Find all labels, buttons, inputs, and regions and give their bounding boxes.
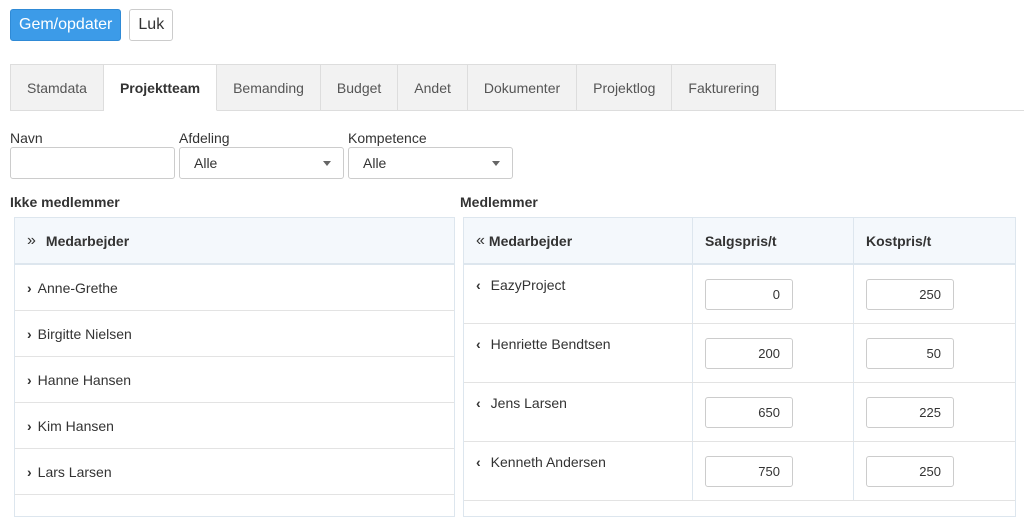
sales-price-input[interactable] — [705, 396, 793, 428]
tab-budget[interactable]: Budget — [320, 64, 399, 111]
member-cell: ‹ EazyProject — [464, 265, 693, 323]
non-members-title: Ikke medlemmer — [10, 194, 120, 210]
non-members-panel: » Medarbejder › Anne-Grethe › Birgitte Nie… — [14, 217, 455, 517]
department-select[interactable]: Alle — [179, 147, 344, 179]
caret-down-icon — [323, 160, 331, 166]
name-filter: Navn — [10, 130, 175, 179]
member-name: EazyProject — [490, 277, 566, 293]
non-member-name: Lars Larsen — [37, 463, 112, 480]
close-button[interactable]: Luk — [129, 9, 174, 41]
chevron-right-icon[interactable]: › — [27, 280, 32, 296]
tab-bar: Stamdata Projektteam Bemanding Budget An… — [10, 64, 1024, 111]
non-member-row[interactable]: › Birgitte Nielsen — [15, 311, 454, 357]
col-salgspris: Salgspris/t — [693, 218, 854, 263]
save-button[interactable]: Gem/opdater — [10, 9, 122, 41]
non-member-row[interactable]: › Lars Larsen — [15, 449, 454, 495]
department-select-value: Alle — [194, 155, 218, 171]
cost-price-input[interactable] — [866, 396, 954, 428]
name-filter-input[interactable] — [10, 147, 175, 179]
non-members-header[interactable]: » Medarbejder — [15, 218, 454, 265]
filter-bar: Navn Afdeling Alle Kompetence Alle — [10, 130, 513, 179]
sales-price-input[interactable] — [705, 337, 793, 369]
tab-andet[interactable]: Andet — [398, 64, 468, 111]
member-row: ‹ Kenneth Andersen — [464, 442, 1015, 501]
non-member-row[interactable]: › Hanne Hansen — [15, 357, 454, 403]
cost-cell — [854, 265, 1015, 323]
tab-projektlog[interactable]: Projektlog — [577, 64, 673, 111]
member-cell: ‹ Kenneth Andersen — [464, 442, 693, 500]
member-name: Jens Larsen — [490, 395, 567, 411]
sales-price-input[interactable] — [705, 455, 793, 487]
sales-cell — [693, 324, 854, 382]
member-row: ‹ Jens Larsen — [464, 383, 1015, 442]
non-member-name: Anne-Grethe — [37, 279, 118, 296]
department-filter-label: Afdeling — [179, 130, 230, 146]
members-header: « Medarbejder Salgspris/t Kostpris/t — [464, 218, 1015, 265]
cost-cell — [854, 442, 1015, 500]
col-kostpris: Kostpris/t — [866, 232, 932, 249]
chevron-left-icon[interactable]: ‹ — [476, 395, 481, 411]
tab-dokumenter[interactable]: Dokumenter — [467, 64, 578, 111]
non-member-name: Kim Hansen — [37, 417, 114, 434]
competence-select-value: Alle — [363, 155, 387, 171]
chevron-right-icon[interactable]: › — [27, 326, 32, 342]
tab-bemanding[interactable]: Bemanding — [217, 64, 321, 111]
sales-cell — [693, 442, 854, 500]
cost-price-input[interactable] — [866, 455, 954, 487]
col-medarbejder[interactable]: « Medarbejder — [464, 218, 693, 263]
member-name: Henriette Bendtsen — [490, 336, 611, 352]
department-filter: Afdeling Alle — [179, 130, 344, 179]
competence-filter: Kompetence Alle — [348, 130, 513, 179]
chevron-right-icon[interactable]: › — [27, 418, 32, 434]
col-medarbejder-label: Medarbejder — [488, 232, 573, 249]
toolbar: Gem/opdater Luk — [10, 9, 174, 41]
chevron-left-icon[interactable]: ‹ — [476, 277, 481, 293]
member-row: ‹ Henriette Bendtsen — [464, 324, 1015, 383]
chevron-left-icon[interactable]: ‹ — [476, 336, 481, 352]
competence-select[interactable]: Alle — [348, 147, 513, 179]
non-member-name: Hanne Hansen — [37, 371, 132, 388]
members-title: Medlemmer — [460, 194, 538, 210]
tab-projektteam[interactable]: Projektteam — [103, 64, 218, 111]
double-chevron-left-icon[interactable]: « — [476, 232, 485, 250]
name-filter-label: Navn — [10, 130, 43, 146]
caret-down-icon — [492, 160, 500, 166]
cost-cell — [854, 324, 1015, 382]
member-cell: ‹ Jens Larsen — [464, 383, 693, 441]
sales-price-input[interactable] — [705, 278, 793, 310]
member-name: Kenneth Andersen — [490, 454, 606, 470]
non-members-header-label: Medarbejder — [45, 232, 130, 249]
cost-price-input[interactable] — [866, 278, 954, 310]
member-cell: ‹ Henriette Bendtsen — [464, 324, 693, 382]
tab-stamdata[interactable]: Stamdata — [10, 64, 104, 111]
double-chevron-right-icon[interactable]: » — [27, 232, 36, 250]
members-panel: « Medarbejder Salgspris/t Kostpris/t ‹ Ea… — [463, 217, 1016, 517]
competence-filter-label: Kompetence — [348, 130, 427, 146]
cost-price-input[interactable] — [866, 337, 954, 369]
non-member-name: Birgitte Nielsen — [37, 325, 132, 342]
sales-cell — [693, 265, 854, 323]
sales-cell — [693, 383, 854, 441]
cost-cell — [854, 383, 1015, 441]
member-row: ‹ EazyProject — [464, 265, 1015, 324]
non-member-row[interactable]: › Kim Hansen — [15, 403, 454, 449]
non-member-row[interactable]: › Anne-Grethe — [15, 265, 454, 311]
chevron-right-icon[interactable]: › — [27, 372, 32, 388]
chevron-left-icon[interactable]: ‹ — [476, 454, 481, 470]
chevron-right-icon[interactable]: › — [27, 464, 32, 480]
tab-fakturering[interactable]: Fakturering — [672, 64, 777, 111]
